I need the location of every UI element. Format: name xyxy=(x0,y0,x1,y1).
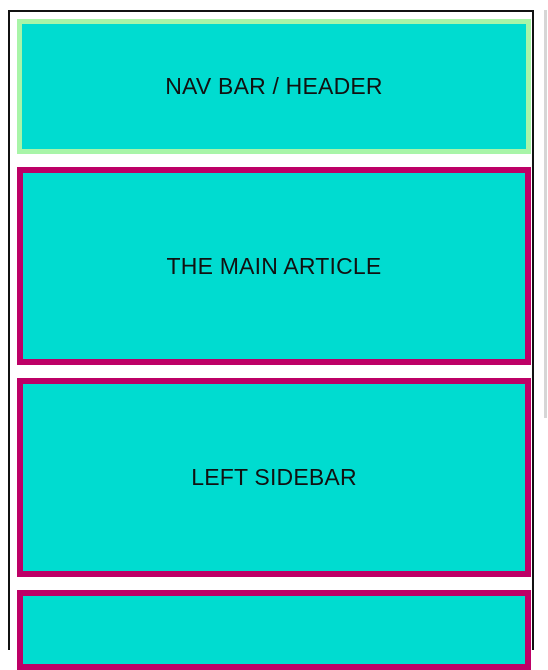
nav-bar-header: NAV BAR / HEADER xyxy=(17,19,531,154)
vertical-scrollbar[interactable] xyxy=(544,10,547,418)
next-section xyxy=(17,590,531,670)
left-sidebar-label: LEFT SIDEBAR xyxy=(191,464,357,490)
header-label: NAV BAR / HEADER xyxy=(165,73,383,99)
page-container: NAV BAR / HEADER THE MAIN ARTICLE LEFT S… xyxy=(8,10,534,670)
main-article: THE MAIN ARTICLE xyxy=(17,167,531,365)
left-sidebar: LEFT SIDEBAR xyxy=(17,378,531,577)
main-article-label: THE MAIN ARTICLE xyxy=(166,252,382,279)
